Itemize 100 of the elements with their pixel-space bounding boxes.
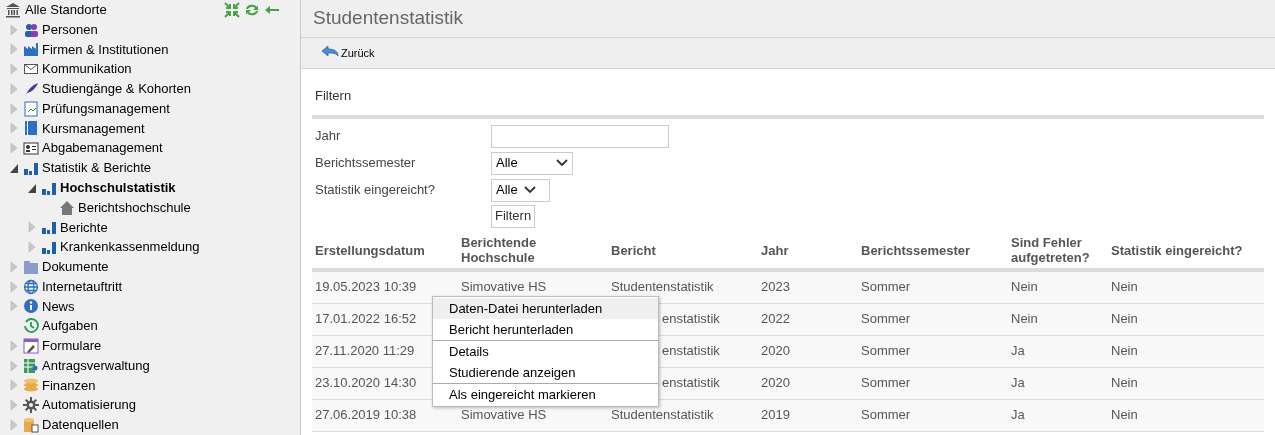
- table-cell-text: Simovative HS: [460, 406, 548, 425]
- tree-item[interactable]: Hochschulstatistik: [60, 178, 176, 198]
- column-header[interactable]: Berichtende Hochschule: [458, 235, 608, 265]
- dropdown[interactable]: Alle: [491, 151, 573, 175]
- table-cell-text: Nein: [1110, 310, 1139, 329]
- table-cell-text: Simovative HS: [460, 278, 548, 297]
- tree-item[interactable]: News: [42, 296, 75, 317]
- menu-item[interactable]: Daten-Datei herunterladen: [433, 298, 658, 319]
- tree-item[interactable]: Berichte: [60, 217, 108, 238]
- table-cell-text: 27.06.2019 10:38: [314, 406, 418, 425]
- expand-arrow-icon[interactable]: [9, 358, 19, 373]
- table-cell-text: Sommer: [860, 310, 912, 329]
- dropdown[interactable]: Alle: [491, 178, 550, 202]
- tree-item[interactable]: Automatisierung: [42, 395, 136, 415]
- filter-button[interactable]: Filtern: [491, 204, 536, 228]
- table-cell-text: Nein: [1110, 342, 1139, 361]
- tree-item[interactable]: Kursmanagement: [42, 118, 145, 139]
- column-header[interactable]: Statistik eingereicht?: [1108, 242, 1258, 258]
- menu-item[interactable]: Studierende anzeigen: [433, 362, 658, 383]
- table-cell-text: Nein: [1110, 406, 1139, 425]
- tree-item[interactable]: Studiengänge & Kohorten: [42, 79, 191, 99]
- table-cell-text: enstatistik: [661, 310, 721, 329]
- chevron-down-icon: [556, 159, 568, 167]
- column-header[interactable]: Jahr: [758, 242, 858, 258]
- menu-item[interactable]: Als eingereicht markieren: [433, 384, 658, 405]
- expand-arrow-icon[interactable]: [9, 299, 19, 314]
- expand-arrow-icon[interactable]: [9, 338, 19, 353]
- column-header[interactable]: Berichtssemester: [858, 242, 1008, 258]
- gear-icon: [23, 397, 39, 414]
- expand-arrow-icon[interactable]: [9, 62, 19, 77]
- input-field[interactable]: [491, 124, 669, 148]
- table-cell-text: 23.10.2020 14:30: [314, 374, 418, 393]
- factory-icon: [23, 41, 39, 58]
- back-button[interactable]: Zurück: [321, 44, 375, 62]
- expand-arrow-icon[interactable]: [9, 141, 19, 156]
- expand-arrow-icon[interactable]: [9, 259, 19, 274]
- expand-arrow-icon[interactable]: [27, 240, 37, 255]
- tree-item[interactable]: Krankenkassenmeldung: [60, 237, 200, 257]
- tree-item[interactable]: Abgabemanagement: [42, 138, 163, 158]
- expand-arrow-icon[interactable]: [9, 378, 19, 393]
- table-cell-text: 2023: [760, 278, 791, 297]
- expand-arrow-icon[interactable]: [9, 398, 19, 413]
- globe-icon: [23, 278, 39, 295]
- expand-arrow-icon[interactable]: [9, 101, 19, 116]
- table-cell-text: 2019: [760, 406, 791, 425]
- field-label: Jahr: [315, 127, 342, 146]
- table-cell-text: 17.01.2022 16:52: [314, 310, 418, 329]
- tree-item[interactable]: Dokumente: [42, 257, 109, 277]
- bar-chart-icon: [41, 219, 57, 236]
- coins-icon: [23, 377, 39, 394]
- table-cell-text: Sommer: [860, 342, 912, 361]
- tree-item[interactable]: Statistik & Berichte: [42, 158, 152, 178]
- collapse-icon[interactable]: [224, 1, 240, 18]
- expand-arrow-icon[interactable]: [9, 417, 19, 432]
- tree-item[interactable]: Firmen & Institutionen: [42, 39, 169, 60]
- column-header[interactable]: Sind Fehler aufgetreten?: [1008, 235, 1108, 265]
- expand-arrow-icon[interactable]: [9, 22, 19, 37]
- column-header[interactable]: Erstellungsdatum: [312, 242, 458, 258]
- table-cell-text: 2022: [760, 310, 791, 329]
- table-cell-text: 2020: [760, 374, 791, 393]
- expand-arrow-icon[interactable]: [9, 81, 19, 96]
- table-cell-text: enstatistik: [661, 342, 721, 361]
- bank-building-icon: [5, 1, 21, 18]
- menu-item[interactable]: Bericht herunterladen: [433, 319, 658, 340]
- menu-item[interactable]: Details: [433, 341, 658, 362]
- column-header[interactable]: Bericht: [608, 242, 758, 258]
- table-cell-text: Ja: [1010, 406, 1026, 425]
- chevron-down-icon: [523, 186, 536, 194]
- database-icon: [23, 416, 39, 433]
- people-icon: [23, 21, 39, 38]
- feather-icon: [23, 80, 39, 97]
- tree-item[interactable]: Aufgaben: [42, 316, 98, 336]
- expand-arrow-icon[interactable]: [27, 220, 37, 235]
- table-cell-text: Nein: [1010, 310, 1039, 329]
- table-cell-text: 2020: [760, 342, 791, 361]
- section-heading: Filtern: [314, 87, 353, 105]
- expand-arrow-icon[interactable]: [9, 121, 19, 136]
- table-cell-text: 19.05.2023 10:39: [314, 278, 418, 297]
- tree-item[interactable]: Internetauftritt: [42, 276, 123, 297]
- expand-arrow-icon[interactable]: [9, 42, 19, 57]
- field-label: Statistik eingereicht?: [315, 181, 436, 200]
- tree-item[interactable]: Prüfungsmanagement: [42, 98, 170, 119]
- tree-item[interactable]: Datenquellen: [42, 415, 119, 435]
- table-cell-text: Ja: [1010, 342, 1026, 361]
- info-icon: [23, 298, 39, 315]
- expand-arrow-icon[interactable]: [9, 279, 19, 294]
- contact-card-icon: [23, 140, 39, 157]
- tree-item[interactable]: Finanzen: [42, 375, 96, 396]
- tree-item[interactable]: Personen: [42, 19, 98, 40]
- table-cell-text: Nein: [1110, 374, 1139, 393]
- tree-root[interactable]: Alle Standorte: [25, 0, 107, 20]
- tree-item[interactable]: Antragsverwaltung: [42, 355, 150, 376]
- checklist-icon: [23, 100, 39, 117]
- tree-item[interactable]: Berichtshochschule: [78, 197, 191, 218]
- table-cell-text: Studentenstatistik: [610, 278, 715, 297]
- tree-item[interactable]: Kommunikation: [42, 59, 132, 79]
- table-cell-text: enstatistik: [661, 374, 721, 393]
- field-label: Berichtssemester: [315, 154, 417, 173]
- tree-item[interactable]: Formulare: [42, 336, 102, 356]
- bar-chart-icon: [41, 239, 57, 256]
